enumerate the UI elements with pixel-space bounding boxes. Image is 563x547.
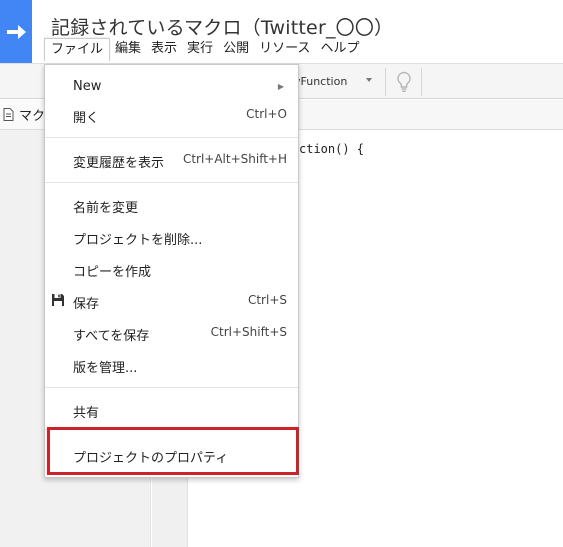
toolbar-divider [421, 68, 422, 96]
apps-script-editor: 記録されているマクロ（Twitter_〇〇） ファイル 編集 表示 実行 公開 … [0, 0, 563, 547]
menu-item-share[interactable]: 共有 [45, 396, 298, 424]
menu-item-shortcut: Ctrl+Alt+Shift+H [182, 152, 287, 166]
apps-script-logo[interactable] [0, 0, 32, 63]
menu-item-label: プロジェクトを削除... [73, 233, 203, 248]
menu-item-label: 保存 [73, 297, 100, 312]
menu-item-label: 名前を変更 [73, 201, 139, 216]
menu-publish[interactable]: 公開 [218, 38, 254, 61]
menu-view[interactable]: 表示 [146, 38, 182, 61]
menu-item-label: 版を管理... [73, 361, 138, 376]
menu-item-label: 共有 [73, 406, 100, 421]
menu-item-save[interactable]: 保存 Ctrl+S [45, 287, 298, 315]
menu-item-open[interactable]: 開く Ctrl+O [45, 101, 298, 129]
function-select[interactable]: yFunction [290, 70, 382, 94]
menu-file[interactable]: ファイル [44, 38, 111, 61]
toolbar-divider [385, 68, 386, 96]
submenu-arrow-icon: ▶ [277, 82, 284, 91]
menubar: ファイル 編集 表示 実行 公開 リソース ヘルプ [44, 38, 364, 61]
menu-item-label: 開く [73, 111, 100, 126]
menu-separator [45, 137, 298, 138]
chevron-down-icon[interactable] [366, 78, 372, 82]
menu-item-manage-versions[interactable]: 版を管理... [45, 351, 298, 379]
menu-edit[interactable]: 編集 [110, 38, 146, 61]
file-tab-label: マク [19, 109, 46, 124]
project-title[interactable]: 記録されているマクロ（Twitter_〇〇） [51, 13, 393, 40]
menu-item-delete-project[interactable]: プロジェクトを削除... [45, 223, 298, 251]
menu-item-label: すべてを保存 [73, 329, 150, 344]
lightbulb-icon [397, 71, 411, 92]
code-line[interactable]: ction() { [299, 142, 364, 156]
menu-item-rename[interactable]: 名前を変更 [45, 191, 298, 219]
menu-resources[interactable]: リソース [254, 38, 315, 61]
menu-item-save-all[interactable]: すべてを保存 Ctrl+Shift+S [45, 319, 298, 347]
menu-item-label: コピーを作成 [73, 265, 152, 280]
menu-item-shortcut: Ctrl+S [247, 293, 287, 307]
menu-separator [45, 387, 298, 388]
menu-item-shortcut: Ctrl+Shift+S [210, 325, 287, 339]
menu-item-label: 変更履歴を表示 [73, 156, 165, 171]
menu-separator [45, 182, 298, 183]
file-menu-dropdown: New ▶ 開く Ctrl+O 変更履歴を表示 Ctrl+Alt+Shift+H… [44, 64, 299, 478]
menu-item-label: New [73, 79, 102, 94]
document-icon [3, 108, 14, 121]
floppy-disk-icon [52, 294, 64, 306]
arrow-right-icon [7, 24, 26, 39]
menu-item-shortcut: Ctrl+O [246, 107, 287, 121]
menu-item-make-copy[interactable]: コピーを作成 [45, 255, 298, 283]
menu-item-history[interactable]: 変更履歴を表示 Ctrl+Alt+Shift+H [45, 146, 298, 174]
lightbulb-button[interactable] [391, 69, 417, 95]
menu-item-new[interactable]: New ▶ [45, 73, 298, 101]
menu-run[interactable]: 実行 [182, 38, 218, 61]
menu-help[interactable]: ヘルプ [315, 38, 364, 61]
highlight-box [47, 427, 299, 475]
